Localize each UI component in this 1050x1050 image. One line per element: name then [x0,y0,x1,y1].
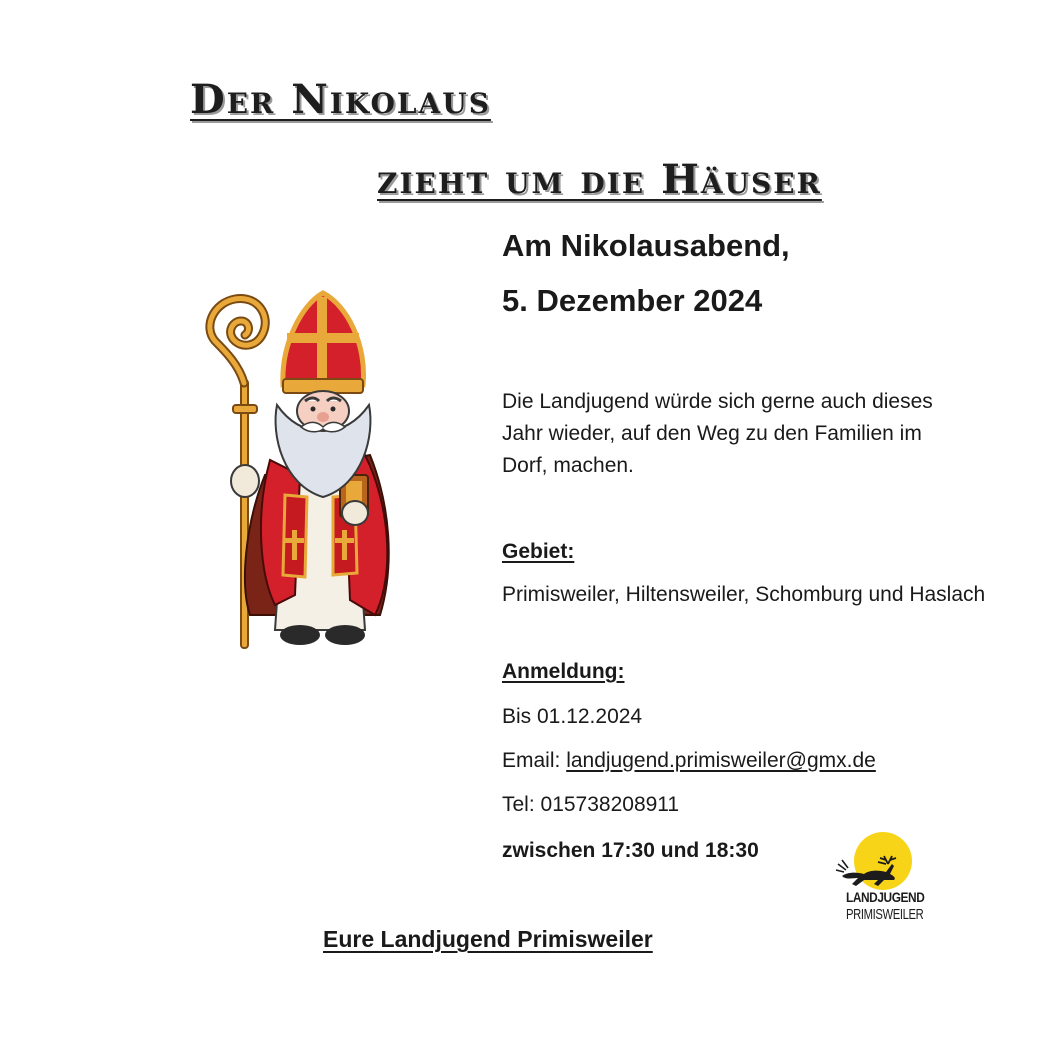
event-date-line-2: 5. Dezember 2024 [502,283,763,318]
intro-text: Die Landjugend würde sich gerne auch die… [502,390,933,477]
registration-phone: Tel: 015738208911 [502,793,680,816]
registration-email-line: Email: landjugend.primisweiler@gmx.de [502,750,876,771]
email-label: Email: [502,749,567,772]
logo-text-line-2: PRIMISWEILER [846,906,924,923]
event-date-line-1: Am Nikolausabend, [502,228,790,263]
area-text: Primisweiler, Hiltensweiler, Schomburg u… [502,583,986,606]
title-line-2: zieht um die Häuser [377,156,822,203]
landjugend-logo: LANDJUGEND PRIMISWEILER [834,832,934,932]
title-line-1: Der Nikolaus [190,76,491,123]
email-link[interactable]: landjugend.primisweiler@gmx.de [566,749,876,772]
logo-text-line-1: LANDJUGEND [846,889,925,905]
registration-heading: Anmeldung: [502,660,625,683]
registration-deadline: Bis 01.12.2024 [502,705,643,728]
saint-nicholas-icon [205,290,390,649]
footer-signature: Eure Landjugend Primisweiler [323,926,653,952]
area-heading: Gebiet: [502,540,575,563]
registration-time: zwischen 17:30 und 18:30 [502,839,759,862]
deer-icon [835,855,897,886]
